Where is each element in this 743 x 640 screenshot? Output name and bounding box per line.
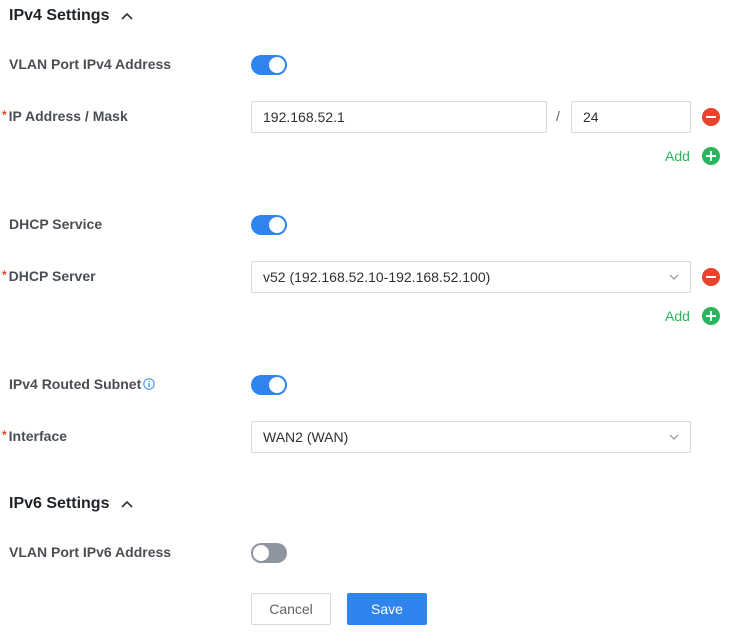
add-ip-label: Add: [665, 148, 690, 164]
interface-selected-value: WAN2 (WAN): [263, 429, 349, 445]
plus-icon: [701, 147, 720, 165]
mask-input[interactable]: [571, 101, 691, 133]
info-icon[interactable]: [143, 378, 155, 390]
dhcp-server-label: * DHCP Server: [2, 268, 96, 284]
chevron-up-icon[interactable]: [121, 500, 134, 508]
add-dhcp-server-button[interactable]: Add: [665, 307, 720, 325]
ipv4-routed-subnet-label: IPv4 Routed Subnet: [9, 376, 155, 392]
toggle-knob: [269, 217, 285, 233]
ipv4-settings-header[interactable]: IPv4 Settings: [9, 7, 134, 25]
remove-ip-button[interactable]: [702, 108, 720, 126]
add-dhcp-server-label: Add: [665, 308, 690, 324]
ip-address-mask-label: * IP Address / Mask: [2, 108, 128, 124]
toggle-knob: [269, 57, 285, 73]
toggle-knob: [253, 545, 269, 561]
required-asterisk: *: [2, 428, 7, 442]
vlan-port-ipv4-toggle[interactable]: [251, 55, 287, 75]
dhcp-service-label: DHCP Service: [9, 216, 103, 232]
vlan-port-ipv4-label: VLAN Port IPv4 Address: [9, 56, 172, 72]
chevron-down-icon: [669, 434, 679, 440]
ip-address-input[interactable]: [251, 101, 547, 133]
ipv4-settings-title: IPv4 Settings: [9, 7, 110, 24]
vlan-port-ipv6-toggle[interactable]: [251, 543, 287, 563]
vlan-port-ipv6-label: VLAN Port IPv6 Address: [9, 544, 172, 560]
remove-dhcp-server-button[interactable]: [702, 268, 720, 286]
add-ip-button[interactable]: Add: [665, 147, 720, 165]
cancel-button[interactable]: Cancel: [251, 593, 331, 625]
interface-label: * Interface: [2, 428, 68, 444]
toggle-knob: [269, 377, 285, 393]
chevron-down-icon: [669, 274, 679, 280]
chevron-up-icon[interactable]: [121, 12, 134, 20]
ipv6-settings-title: IPv6 Settings: [9, 495, 110, 512]
save-button[interactable]: Save: [347, 593, 427, 625]
interface-select[interactable]: WAN2 (WAN): [251, 421, 691, 453]
dhcp-server-selected-value: v52 (192.168.52.10-192.168.52.100): [263, 269, 491, 285]
ipv6-settings-header[interactable]: IPv6 Settings: [9, 495, 134, 513]
dhcp-server-select[interactable]: v52 (192.168.52.10-192.168.52.100): [251, 261, 691, 293]
required-asterisk: *: [2, 108, 7, 122]
plus-icon: [701, 307, 720, 325]
ipv4-routed-subnet-toggle[interactable]: [251, 375, 287, 395]
required-asterisk: *: [2, 268, 7, 282]
dhcp-service-toggle[interactable]: [251, 215, 287, 235]
slash-separator: /: [556, 108, 560, 124]
